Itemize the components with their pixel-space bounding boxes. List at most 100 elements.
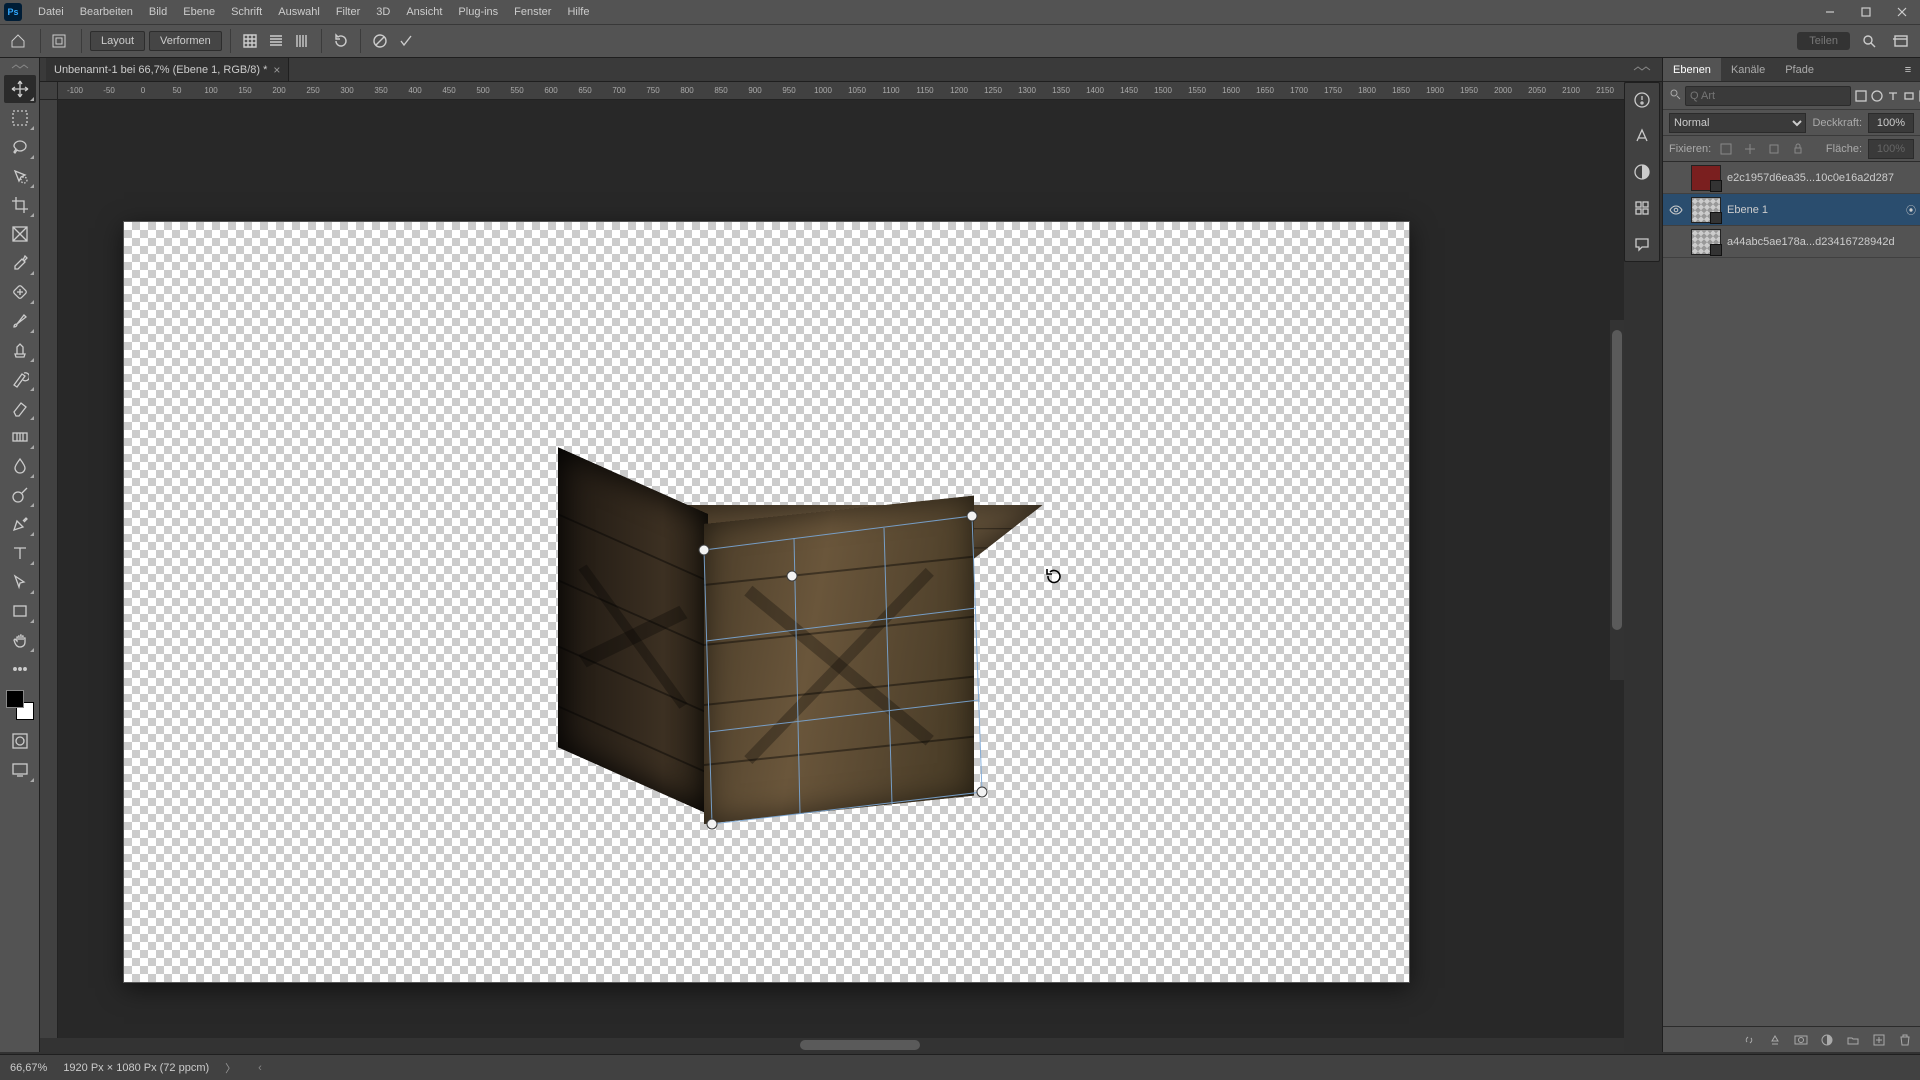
filter-adjust-icon[interactable] — [1871, 87, 1883, 105]
artboard[interactable] — [124, 222, 1409, 982]
panel-menu-icon[interactable]: ≡ — [1896, 58, 1920, 81]
zoom-readout[interactable]: 66,67% — [10, 1062, 47, 1074]
eraser-tool[interactable] — [4, 394, 36, 422]
menu-edit[interactable]: Bearbeiten — [72, 0, 141, 24]
history-brush-tool[interactable] — [4, 365, 36, 393]
transform-preset-icon[interactable] — [47, 29, 71, 53]
share-button[interactable]: Teilen — [1797, 32, 1850, 50]
hand-tool[interactable] — [4, 626, 36, 654]
layer-thumbnail[interactable] — [1691, 229, 1721, 255]
comments-panel-icon[interactable] — [1631, 233, 1653, 255]
cancel-transform-button[interactable] — [367, 28, 393, 54]
menu-window[interactable]: Fenster — [506, 0, 559, 24]
group-layers-icon[interactable] — [1844, 1031, 1862, 1049]
frame-tool[interactable] — [4, 220, 36, 248]
horizontal-scrollbar[interactable] — [40, 1038, 1624, 1052]
status-chevron-icon[interactable]: 〉 — [225, 1060, 236, 1076]
screenmode-toggle[interactable] — [4, 756, 36, 784]
window-close-button[interactable] — [1884, 0, 1920, 24]
tab-channels[interactable]: Kanäle — [1721, 58, 1775, 81]
clone-stamp-tool[interactable] — [4, 336, 36, 364]
pen-tool[interactable] — [4, 510, 36, 538]
vertical-scrollbar[interactable] — [1610, 320, 1624, 680]
foreground-swatch[interactable] — [6, 690, 24, 708]
layer-name[interactable]: Ebene 1 — [1727, 204, 1900, 216]
path-select-tool[interactable] — [4, 568, 36, 596]
document-tab[interactable]: Unbenannt-1 bei 66,7% (Ebene 1, RGB/8) *… — [46, 58, 289, 81]
quick-select-tool[interactable] — [4, 162, 36, 190]
menu-layer[interactable]: Ebene — [175, 0, 223, 24]
properties-panel-icon[interactable] — [1631, 89, 1653, 111]
lock-position-icon[interactable] — [1741, 140, 1759, 158]
crop-tool[interactable] — [4, 191, 36, 219]
layer-filter-input[interactable] — [1685, 86, 1851, 106]
search-icon[interactable] — [1856, 28, 1882, 54]
quickmask-toggle[interactable] — [4, 727, 36, 755]
toolbox-collapse-icon[interactable] — [6, 62, 34, 72]
opacity-value[interactable]: 100% — [1868, 113, 1914, 133]
workspace-switch-icon[interactable] — [1888, 28, 1914, 54]
layer-style-icon[interactable] — [1766, 1031, 1784, 1049]
layer-mask-icon[interactable] — [1792, 1031, 1810, 1049]
layer-thumbnail[interactable] — [1691, 165, 1721, 191]
character-panel-icon[interactable] — [1631, 125, 1653, 147]
filter-shape-icon[interactable] — [1903, 87, 1915, 105]
link-layers-icon[interactable] — [1740, 1031, 1758, 1049]
lock-artboard-icon[interactable] — [1765, 140, 1783, 158]
rectangle-shape-tool[interactable] — [4, 597, 36, 625]
blur-tool[interactable] — [4, 452, 36, 480]
brush-tool[interactable] — [4, 307, 36, 335]
warp-layout-button[interactable]: Layout — [90, 31, 145, 51]
menu-image[interactable]: Bild — [141, 0, 175, 24]
libraries-panel-icon[interactable] — [1631, 197, 1653, 219]
gradient-tool[interactable] — [4, 423, 36, 451]
ruler-origin[interactable] — [40, 82, 58, 100]
commit-transform-button[interactable] — [393, 28, 419, 54]
menu-type[interactable]: Schrift — [223, 0, 270, 24]
warp-transform-button[interactable]: Verformen — [149, 31, 222, 51]
move-tool[interactable] — [4, 75, 36, 103]
layer-row[interactable]: a44abc5ae178a...d23416728942d — [1663, 226, 1920, 258]
eyedropper-tool[interactable] — [4, 249, 36, 277]
status-history-arrow-icon[interactable]: ‹ — [258, 1062, 262, 1074]
type-tool[interactable] — [4, 539, 36, 567]
menu-3d[interactable]: 3D — [368, 0, 398, 24]
tab-layers[interactable]: Ebenen — [1663, 58, 1721, 81]
horizontal-ruler[interactable]: -100-50050100150200250300350400450500550… — [58, 82, 1624, 100]
edit-toolbar-icon[interactable] — [4, 655, 36, 683]
close-tab-icon[interactable]: × — [273, 63, 280, 77]
filter-type-icon[interactable] — [1887, 87, 1899, 105]
menu-filter[interactable]: Filter — [328, 0, 368, 24]
adjustment-layer-icon[interactable] — [1818, 1031, 1836, 1049]
filter-image-icon[interactable] — [1855, 87, 1867, 105]
menu-file[interactable]: Datei — [30, 0, 72, 24]
lock-pixels-icon[interactable] — [1717, 140, 1735, 158]
visibility-toggle[interactable] — [1667, 233, 1685, 251]
healing-brush-tool[interactable] — [4, 278, 36, 306]
adjustments-panel-icon[interactable] — [1631, 161, 1653, 183]
lock-all-icon[interactable] — [1789, 140, 1807, 158]
canvas-area[interactable]: -100-50050100150200250300350400450500550… — [40, 82, 1624, 1052]
crate-object[interactable] — [564, 442, 964, 832]
lasso-tool[interactable] — [4, 133, 36, 161]
blend-mode-select[interactable]: Normal — [1669, 113, 1806, 133]
menu-view[interactable]: Ansicht — [398, 0, 450, 24]
window-minimize-button[interactable] — [1812, 0, 1848, 24]
dodge-tool[interactable] — [4, 481, 36, 509]
layer-name[interactable]: e2c1957d6ea35...10c0e16a2d287 — [1727, 172, 1916, 184]
menu-help[interactable]: Hilfe — [559, 0, 597, 24]
new-layer-icon[interactable] — [1870, 1031, 1888, 1049]
visibility-toggle[interactable] — [1667, 201, 1685, 219]
color-swatches[interactable] — [4, 688, 36, 722]
tab-paths[interactable]: Pfade — [1775, 58, 1824, 81]
layer-thumbnail[interactable] — [1691, 197, 1721, 223]
layer-fx-icon[interactable]: ⦿ — [1906, 202, 1916, 217]
visibility-toggle[interactable] — [1667, 169, 1685, 187]
grid-cols-icon[interactable] — [289, 28, 315, 54]
layer-row[interactable]: Ebene 1 ⦿ — [1663, 194, 1920, 226]
menu-plugins[interactable]: Plug-ins — [450, 0, 506, 24]
vertical-ruler[interactable] — [40, 100, 58, 1052]
grid-rows-icon[interactable] — [263, 28, 289, 54]
fill-value[interactable]: 100% — [1868, 139, 1914, 159]
right-strip-collapse-icon[interactable] — [1624, 62, 1660, 76]
